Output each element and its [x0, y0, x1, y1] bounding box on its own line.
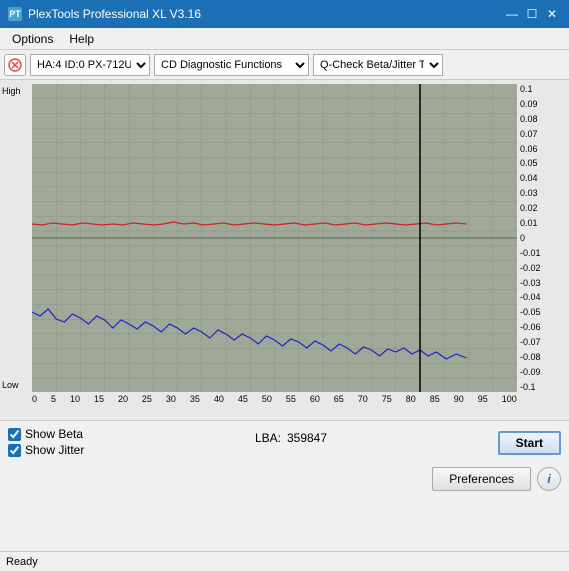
- y-axis-right: 0.1 0.09 0.08 0.07 0.06 0.05 0.04 0.03 0…: [517, 84, 569, 392]
- test-select[interactable]: Q-Check Beta/Jitter Test: [313, 54, 443, 76]
- status-bar: Ready: [0, 551, 569, 571]
- show-jitter-row: Show Jitter: [8, 443, 84, 457]
- start-button[interactable]: Start: [498, 431, 561, 455]
- x-axis: 0 5 10 15 20 25 30 35 40 45 50 55 60 65 …: [32, 392, 517, 416]
- drive-icon[interactable]: [4, 54, 26, 76]
- chart-label-low: Low: [2, 380, 19, 390]
- close-button[interactable]: ✕: [543, 5, 561, 23]
- checkbox-area: Show Beta Show Jitter: [8, 427, 84, 457]
- drive-select[interactable]: HA:4 ID:0 PX-712UF: [30, 54, 150, 76]
- info-button[interactable]: i: [537, 467, 561, 491]
- menu-bar: Options Help: [0, 28, 569, 50]
- app-icon-text: PT: [9, 9, 21, 19]
- preferences-button[interactable]: Preferences: [432, 467, 531, 491]
- lba-label: LBA:: [255, 431, 281, 445]
- menu-options[interactable]: Options: [4, 30, 61, 48]
- lba-value: 359847: [287, 431, 327, 445]
- bottom-panel: Show Beta Show Jitter LBA: 359847 Start …: [0, 420, 569, 551]
- show-jitter-checkbox[interactable]: [8, 444, 21, 457]
- title-bar-left: PT PlexTools Professional XL V3.16: [8, 7, 201, 21]
- title-controls: — ☐ ✕: [503, 5, 561, 23]
- show-beta-label: Show Beta: [25, 427, 83, 441]
- chart-label-high: High: [2, 86, 21, 96]
- chart-area: High Low 0.1 0.09 0.08 0.07 0.06 0.05 0.…: [0, 80, 569, 420]
- title-bar: PT PlexTools Professional XL V3.16 — ☐ ✕: [0, 0, 569, 28]
- minimize-button[interactable]: —: [503, 5, 521, 23]
- show-beta-row: Show Beta: [8, 427, 84, 441]
- show-beta-checkbox[interactable]: [8, 428, 21, 441]
- show-jitter-label: Show Jitter: [25, 443, 84, 457]
- chart-svg: [32, 84, 517, 392]
- chart-canvas: [32, 84, 517, 392]
- function-select[interactable]: CD Diagnostic Functions: [154, 54, 309, 76]
- menu-help[interactable]: Help: [61, 30, 102, 48]
- status-text: Ready: [6, 556, 38, 568]
- toolbar: HA:4 ID:0 PX-712UF CD Diagnostic Functio…: [0, 50, 569, 80]
- title-text: PlexTools Professional XL V3.16: [28, 7, 201, 21]
- app-icon: PT: [8, 7, 22, 21]
- maximize-button[interactable]: ☐: [523, 5, 541, 23]
